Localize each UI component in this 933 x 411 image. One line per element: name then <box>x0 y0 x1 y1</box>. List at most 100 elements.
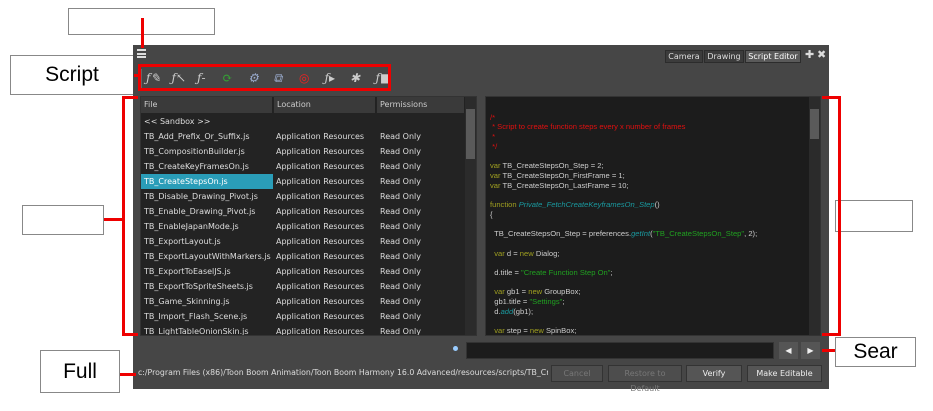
file-location: Application Resources <box>276 192 365 201</box>
search-icon <box>453 346 458 351</box>
file-name: << Sandbox >> <box>144 117 211 126</box>
code-line: { <box>490 209 493 219</box>
file-name: TB_CompositionBuilder.js <box>144 147 245 156</box>
file-name: TB_ExportToEaselJS.js <box>144 267 231 276</box>
code-scrollbar[interactable] <box>809 97 820 335</box>
column-header-location[interactable]: Location <box>274 97 376 113</box>
file-path: c:/Program Files (x86)/Toon Boom Animati… <box>138 368 548 377</box>
verify-button[interactable]: Verify <box>686 365 742 382</box>
file-name: TB_EnableJapanMode.js <box>144 222 239 231</box>
cancel-button[interactable]: Cancel <box>551 365 603 382</box>
file-permissions: Read Only <box>380 312 421 321</box>
toolbar-highlight <box>138 64 391 91</box>
file-location: Application Resources <box>276 132 365 141</box>
file-list-scrollbar[interactable] <box>465 97 476 335</box>
file-location: Application Resources <box>276 237 365 246</box>
column-header-permissions[interactable]: Permissions <box>377 97 465 113</box>
file-permissions: Read Only <box>380 132 421 141</box>
file-row[interactable]: TB_Enable_Drawing_Pivot.js Application Re… <box>141 204 465 219</box>
code-line: d.title = "Create Function Step On"; <box>490 267 613 277</box>
code-line: * <box>490 132 496 142</box>
search-input[interactable] <box>466 342 774 359</box>
file-row[interactable]: TB_EnableJapanMode.js Application Resourc… <box>141 219 465 234</box>
callout-search: Sear <box>835 337 916 367</box>
file-row[interactable]: TB_ExportLayoutWithMarkers.js Application… <box>141 249 465 264</box>
code-line: d.add(gb1); <box>490 306 534 316</box>
file-location: Application Resources <box>276 297 365 306</box>
code-line: function Private_FetchCreateKeyframesOn_… <box>490 200 660 209</box>
script-editor-window: Camera Drawing Script Editor ✚ ✖ ƒ✎ ƒ↖ ƒ- ⟳ ⚙ ⧉… <box>133 45 829 393</box>
file-row[interactable]: TB_ExportLayout.js Application Resources R… <box>141 234 465 249</box>
file-row[interactable]: << Sandbox >> <box>141 114 465 129</box>
file-row[interactable]: TB_Import_Flash_Scene.js Application Reso… <box>141 309 465 324</box>
file-name: TB_ExportToSpriteSheets.js <box>144 282 253 291</box>
column-header-file[interactable]: File <box>141 97 273 113</box>
file-row[interactable]: TB_ExportToSpriteSheets.js Application Re… <box>141 279 465 294</box>
callout-left <box>22 205 104 235</box>
code-line: var step = new SpinBox; <box>490 326 577 336</box>
file-name: TB_LightTableOnionSkin.js <box>144 327 249 336</box>
file-location: Application Resources <box>276 207 365 216</box>
code-line: var TB_CreateStepsOn_FirstFrame = 1; <box>490 170 625 180</box>
callout-script: Script <box>10 55 134 95</box>
code-line: var TB_CreateStepsOn_LastFrame = 10; <box>490 180 629 190</box>
file-permissions: Read Only <box>380 237 421 246</box>
file-row[interactable]: TB_Disable_Drawing_Pivot.js Application R… <box>141 189 465 204</box>
code-line: gb1.title = "Settings"; <box>490 297 565 306</box>
search-prev-button[interactable]: ◀ <box>779 342 798 359</box>
file-name: TB_ExportLayoutWithMarkers.js <box>144 252 271 261</box>
file-permissions: Read Only <box>380 222 421 231</box>
file-permissions: Read Only <box>380 267 421 276</box>
file-name: TB_Enable_Drawing_Pivot.js <box>144 207 256 216</box>
code-editor[interactable]: /* * Script to create function steps eve… <box>485 96 821 336</box>
file-name: TB_CreateStepsOn.js <box>141 174 273 189</box>
file-permissions: Read Only <box>380 177 421 186</box>
file-name: TB_ExportLayout.js <box>144 237 221 246</box>
tab-script-editor[interactable]: Script Editor <box>745 50 801 63</box>
tab-drawing[interactable]: Drawing <box>704 50 744 63</box>
menu-icon[interactable] <box>137 49 146 58</box>
file-location: Application Resources <box>276 312 365 321</box>
file-permissions: Read Only <box>380 297 421 306</box>
file-name: TB_Game_Skinning.js <box>144 297 230 306</box>
code-line: */ <box>490 141 498 151</box>
file-location: Application Resources <box>276 162 365 171</box>
file-name: TB_Add_Prefix_Or_Suffix.js <box>144 132 250 141</box>
file-row[interactable]: TB_CreateKeyFramesOn.js Application Resou… <box>141 159 465 174</box>
file-list-panel: File Location Permissions << Sandbox >> TB_… <box>140 96 477 336</box>
code-line: /* <box>490 112 496 122</box>
file-permissions: Read Only <box>380 252 421 261</box>
file-name: TB_Import_Flash_Scene.js <box>144 312 248 321</box>
file-location: Application Resources <box>276 177 365 186</box>
file-permissions: Read Only <box>380 207 421 216</box>
add-view-icon[interactable]: ✚ <box>805 48 814 61</box>
file-row[interactable]: TB_CreateStepsOn.js Application Resources… <box>141 174 465 189</box>
file-name: TB_CreateKeyFramesOn.js <box>144 162 249 171</box>
callout-full: Full <box>40 350 120 393</box>
callout-right <box>835 200 913 232</box>
code-line: var TB_CreateStepsOn_Step = 2; <box>490 161 604 171</box>
file-permissions: Read Only <box>380 282 421 291</box>
code-line: var d = new Dialog; <box>490 248 560 258</box>
file-permissions: Read Only <box>380 162 421 171</box>
file-row[interactable]: TB_ExportToEaselJS.js Application Resourc… <box>141 264 465 279</box>
close-view-icon[interactable]: ✖ <box>817 48 826 61</box>
file-row[interactable]: TB_Game_Skinning.js Application Resources… <box>141 294 465 309</box>
tab-camera[interactable]: Camera <box>665 50 703 63</box>
file-location: Application Resources <box>276 147 365 156</box>
code-line: TB_CreateStepsOn_Step = preferences.getI… <box>490 229 758 239</box>
file-row[interactable]: TB_LightTableOnionSkin.js Application Res… <box>141 324 465 336</box>
restore-to-default-button[interactable]: Restore to Default <box>608 365 682 393</box>
code-line: * Script to create function steps every … <box>490 122 686 132</box>
file-permissions: Read Only <box>380 327 421 336</box>
file-name: TB_Disable_Drawing_Pivot.js <box>144 192 258 201</box>
file-row[interactable]: TB_Add_Prefix_Or_Suffix.js Application Re… <box>141 129 465 144</box>
make-editable-button[interactable]: Make Editable <box>747 365 822 382</box>
file-location: Application Resources <box>276 267 365 276</box>
file-location: Application Resources <box>276 327 365 336</box>
search-next-button[interactable]: ▶ <box>801 342 820 359</box>
file-location: Application Resources <box>276 222 365 231</box>
file-row[interactable]: TB_CompositionBuilder.js Application Reso… <box>141 144 465 159</box>
file-location: Application Resources <box>276 252 365 261</box>
file-permissions: Read Only <box>380 147 421 156</box>
